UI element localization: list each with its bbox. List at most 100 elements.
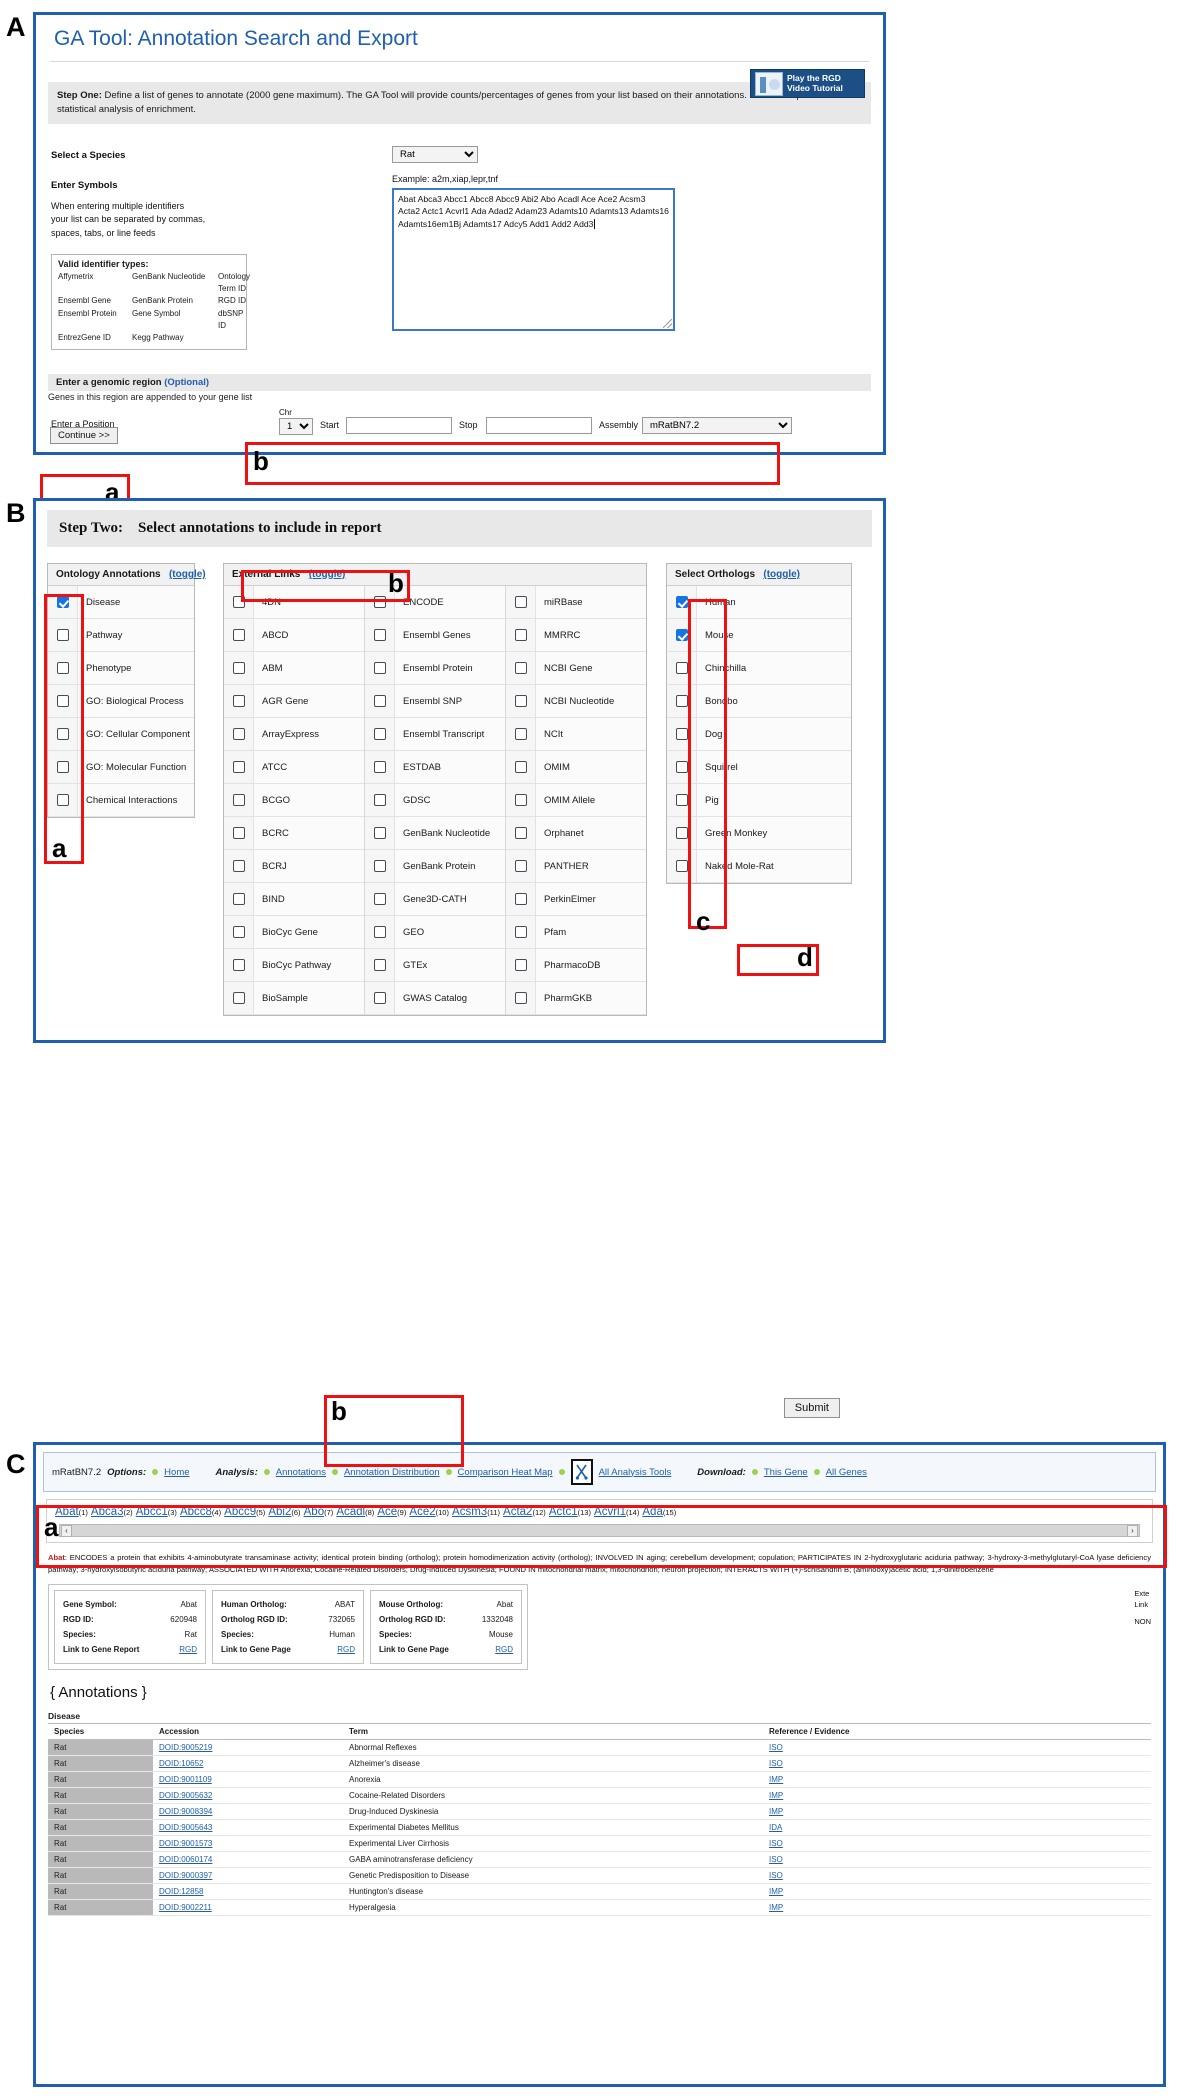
checkbox-cell[interactable] bbox=[365, 916, 395, 948]
gene-link-abcc8[interactable]: Abcc8 bbox=[180, 1506, 212, 1518]
external-link-item-row[interactable]: Ensembl Transcript bbox=[365, 718, 505, 751]
toolbar-home-link[interactable]: Home bbox=[164, 1467, 189, 1478]
checkbox-cell[interactable] bbox=[224, 949, 254, 981]
checkbox-icon[interactable] bbox=[232, 662, 245, 674]
checkbox-cell[interactable] bbox=[365, 751, 395, 783]
orthologs-toggle-link[interactable]: (toggle) bbox=[763, 569, 800, 580]
checkbox-cell[interactable] bbox=[224, 751, 254, 783]
checkbox-icon[interactable] bbox=[514, 596, 527, 608]
checkbox-icon[interactable] bbox=[373, 893, 386, 905]
external-link-item-row[interactable]: ENCODE bbox=[365, 586, 505, 619]
checkbox-cell[interactable] bbox=[506, 619, 536, 651]
checkbox-cell[interactable] bbox=[506, 883, 536, 915]
external-link-item-row[interactable]: NCIt bbox=[506, 718, 646, 751]
checkbox-icon[interactable] bbox=[373, 860, 386, 872]
checkbox-cell[interactable] bbox=[667, 586, 697, 618]
checkbox-icon[interactable] bbox=[514, 827, 527, 839]
checkbox-checked-icon[interactable] bbox=[56, 596, 69, 608]
checkbox-icon[interactable] bbox=[373, 662, 386, 674]
info-value[interactable]: RGD bbox=[179, 1642, 197, 1657]
checkbox-cell[interactable] bbox=[506, 850, 536, 882]
external-link-item-row[interactable]: BioCyc Gene bbox=[224, 916, 364, 949]
checkbox-cell[interactable] bbox=[224, 982, 254, 1014]
checkbox-cell[interactable] bbox=[365, 718, 395, 750]
external-link-item-row[interactable]: OMIM Allele bbox=[506, 784, 646, 817]
checkbox-cell[interactable] bbox=[506, 685, 536, 717]
external-links-toggle-link[interactable]: (toggle) bbox=[309, 569, 346, 580]
accession-link[interactable]: DOID:9001109 bbox=[159, 1775, 212, 1784]
external-link-item-row[interactable]: GEO bbox=[365, 916, 505, 949]
external-link-item-row[interactable]: ArrayExpress bbox=[224, 718, 364, 751]
gene-link-ace[interactable]: Ace bbox=[377, 1506, 397, 1518]
checkbox-cell[interactable] bbox=[224, 718, 254, 750]
play-video-tutorial-button[interactable]: Play the RGD Video Tutorial bbox=[750, 69, 865, 98]
ortholog-item-row[interactable]: Pig bbox=[667, 784, 851, 817]
checkbox-icon[interactable] bbox=[514, 629, 527, 641]
checkbox-icon[interactable] bbox=[514, 695, 527, 707]
gene-link-abo[interactable]: Abo bbox=[304, 1506, 324, 1518]
checkbox-icon[interactable] bbox=[232, 761, 245, 773]
external-link-item-row[interactable]: BioSample bbox=[224, 982, 364, 1015]
accession-link[interactable]: DOID:9002211 bbox=[159, 1903, 212, 1912]
checkbox-icon[interactable] bbox=[373, 926, 386, 938]
ortholog-item-row[interactable]: Green Monkey bbox=[667, 817, 851, 850]
checkbox-cell[interactable] bbox=[506, 916, 536, 948]
checkbox-cell[interactable] bbox=[506, 817, 536, 849]
checkbox-icon[interactable] bbox=[232, 959, 245, 971]
checkbox-cell[interactable] bbox=[667, 751, 697, 783]
checkbox-cell[interactable] bbox=[48, 586, 78, 618]
evidence-link[interactable]: ISO bbox=[769, 1839, 783, 1848]
checkbox-icon[interactable] bbox=[232, 893, 245, 905]
external-link-item-row[interactable]: AGR Gene bbox=[224, 685, 364, 718]
checkbox-icon[interactable] bbox=[514, 728, 527, 740]
external-link-item-row[interactable]: PerkinElmer bbox=[506, 883, 646, 916]
gene-link-actc1[interactable]: Actc1 bbox=[549, 1506, 578, 1518]
checkbox-cell[interactable] bbox=[667, 619, 697, 651]
external-link-item-row[interactable]: BCRC bbox=[224, 817, 364, 850]
ontology-toggle-link[interactable]: (toggle) bbox=[169, 569, 206, 580]
checkbox-cell[interactable] bbox=[667, 784, 697, 816]
checkbox-cell[interactable] bbox=[667, 817, 697, 849]
species-select[interactable]: Rat bbox=[392, 145, 478, 163]
external-link-item-row[interactable]: BIND bbox=[224, 883, 364, 916]
gene-list-scrollbar[interactable]: ‹ › bbox=[59, 1524, 1140, 1537]
checkbox-checked-icon[interactable] bbox=[675, 629, 688, 641]
checkbox-icon[interactable] bbox=[514, 794, 527, 806]
checkbox-icon[interactable] bbox=[373, 827, 386, 839]
accession-link[interactable]: DOID:9005632 bbox=[159, 1791, 212, 1800]
accession-link[interactable]: DOID:9005219 bbox=[159, 1743, 212, 1752]
gene-link-ace2[interactable]: Ace2 bbox=[409, 1506, 435, 1518]
external-link-item-row[interactable]: Pfam bbox=[506, 916, 646, 949]
evidence-link[interactable]: IMP bbox=[769, 1775, 783, 1784]
accession-link[interactable]: DOID:9005643 bbox=[159, 1823, 212, 1832]
external-link-item-row[interactable]: miRBase bbox=[506, 586, 646, 619]
external-link-item-row[interactable]: 4DN bbox=[224, 586, 364, 619]
external-link-item-row[interactable]: ABCD bbox=[224, 619, 364, 652]
checkbox-icon[interactable] bbox=[675, 728, 688, 740]
checkbox-icon[interactable] bbox=[232, 860, 245, 872]
checkbox-icon[interactable] bbox=[514, 992, 527, 1004]
external-link-item-row[interactable]: Ensembl Protein bbox=[365, 652, 505, 685]
gene-link-abcc1[interactable]: Abcc1 bbox=[136, 1506, 168, 1518]
gene-link-acta2[interactable]: Acta2 bbox=[503, 1506, 532, 1518]
checkbox-icon[interactable] bbox=[675, 695, 688, 707]
gene-link-acsm3[interactable]: Acsm3 bbox=[452, 1506, 487, 1518]
checkbox-checked-icon[interactable] bbox=[675, 596, 688, 608]
submit-button[interactable]: Submit bbox=[783, 1398, 840, 1418]
accession-link[interactable]: DOID:9008394 bbox=[159, 1807, 212, 1816]
checkbox-cell[interactable] bbox=[365, 850, 395, 882]
gene-link-abat[interactable]: Abat bbox=[55, 1506, 79, 1518]
evidence-link[interactable]: ISO bbox=[769, 1855, 783, 1864]
checkbox-icon[interactable] bbox=[373, 728, 386, 740]
checkbox-cell[interactable] bbox=[506, 982, 536, 1014]
external-link-item-row[interactable]: ATCC bbox=[224, 751, 364, 784]
gene-link-abcc9[interactable]: Abcc9 bbox=[224, 1506, 256, 1518]
scroll-right-button[interactable]: › bbox=[1127, 1524, 1138, 1537]
start-input[interactable] bbox=[346, 416, 452, 434]
checkbox-icon[interactable] bbox=[373, 695, 386, 707]
ontology-item-row[interactable]: GO: Molecular Function bbox=[48, 751, 194, 784]
checkbox-icon[interactable] bbox=[373, 959, 386, 971]
info-value[interactable]: RGD bbox=[495, 1642, 513, 1657]
checkbox-icon[interactable] bbox=[232, 629, 245, 641]
textarea-resize-handle[interactable] bbox=[663, 318, 672, 328]
